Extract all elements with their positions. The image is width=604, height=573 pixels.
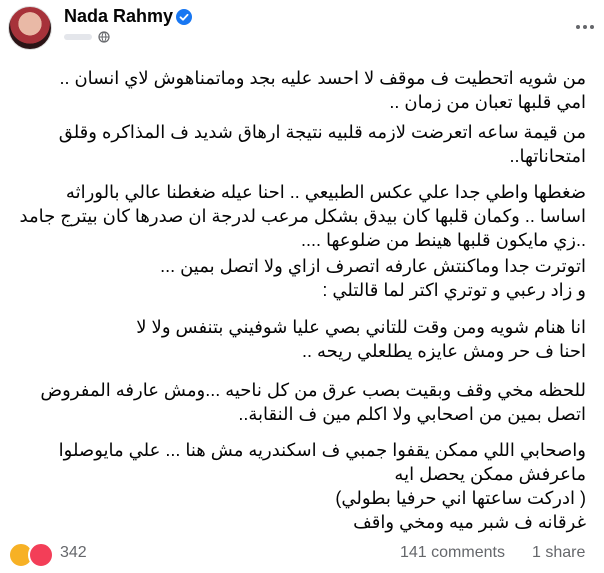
post-line: امتحاناتها..: [509, 146, 586, 166]
timestamp-placeholder[interactable]: [64, 34, 92, 40]
post-line: ( ادركت ساعتها اني حرفيا بطولي): [335, 488, 586, 508]
post-meta: [64, 30, 110, 44]
more-options-button[interactable]: [570, 14, 600, 40]
post-header: Nada Rahmy: [0, 0, 604, 56]
post-line: من قيمة ساعه اتعرضت لازمه قلبيه نتيجة ار…: [58, 122, 586, 142]
post-line: اتصل بمين من اصحابي ولا اكلم مين ف النقا…: [238, 404, 586, 424]
care-reaction-icon[interactable]: [28, 542, 54, 568]
post-paragraph: للحظه مخي وقف وبقيت بصب عرق من كل ناحيه …: [14, 378, 586, 426]
post-card: Nada Rahmy من شويه اتحطيت ف موقف لا احسد…: [0, 0, 604, 573]
comments-count[interactable]: 141 comments: [400, 544, 505, 562]
post-paragraph: ضغطها واطي جدا علي عكس الطبيعي .. احنا ع…: [14, 180, 586, 252]
post-paragraph: اتوترت جدا وماكنتش عارفه اتصرف ازاي ولا …: [14, 254, 586, 302]
post-line: اساسا .. وكمان قلبها كان بيدق بشكل مرعب …: [19, 206, 586, 226]
globe-icon: [98, 31, 110, 43]
post-line: للحظه مخي وقف وبقيت بصب عرق من كل ناحيه …: [40, 380, 586, 400]
post-line: غرقانه ف شبر ميه ومخي واقف: [353, 512, 586, 532]
post-line: امي قلبها تعبان من زمان ..: [389, 92, 586, 112]
post-line: ماعرفش ممكن يحصل ايه: [394, 464, 586, 484]
post-paragraph: من قيمة ساعه اتعرضت لازمه قلبيه نتيجة ار…: [14, 120, 586, 168]
post-footer: 342 141 comments 1 share: [0, 534, 604, 573]
post-line: من شويه اتحطيت ف موقف لا احسد عليه بجد و…: [59, 68, 586, 88]
post-text: من شويه اتحطيت ف موقف لا احسد عليه بجد و…: [0, 58, 604, 532]
more-horizontal-icon: [583, 25, 587, 29]
post-line: ضغطها واطي جدا علي عكس الطبيعي .. احنا ع…: [65, 182, 586, 202]
post-line: انا هنام شويه ومن وقت للتاني بصي عليا شو…: [136, 317, 586, 337]
reaction-count[interactable]: 342: [60, 544, 87, 562]
post-paragraph: انا هنام شويه ومن وقت للتاني بصي عليا شو…: [14, 315, 586, 363]
author-name[interactable]: Nada Rahmy: [64, 6, 173, 27]
more-horizontal-icon: [590, 25, 594, 29]
more-horizontal-icon: [576, 25, 580, 29]
shares-count[interactable]: 1 share: [532, 544, 585, 562]
post-line: احنا ف حر ومش عايزه يطلعلي ريحه ..: [301, 341, 586, 361]
post-line: ..زي مايكون قلبها هينط من ضلوعها ....: [300, 230, 586, 250]
post-line: و زاد رعبي و توتري اكتر لما قالتلي :: [322, 280, 586, 300]
post-paragraph: واصحابي اللي ممكن يقفوا جمبي ف اسكندريه …: [14, 438, 586, 534]
post-line: واصحابي اللي ممكن يقفوا جمبي ف اسكندريه …: [58, 440, 586, 460]
post-line: اتوترت جدا وماكنتش عارفه اتصرف ازاي ولا …: [160, 256, 586, 276]
verified-badge-icon: [176, 9, 192, 25]
post-paragraph: من شويه اتحطيت ف موقف لا احسد عليه بجد و…: [14, 66, 586, 114]
avatar[interactable]: [8, 6, 52, 50]
